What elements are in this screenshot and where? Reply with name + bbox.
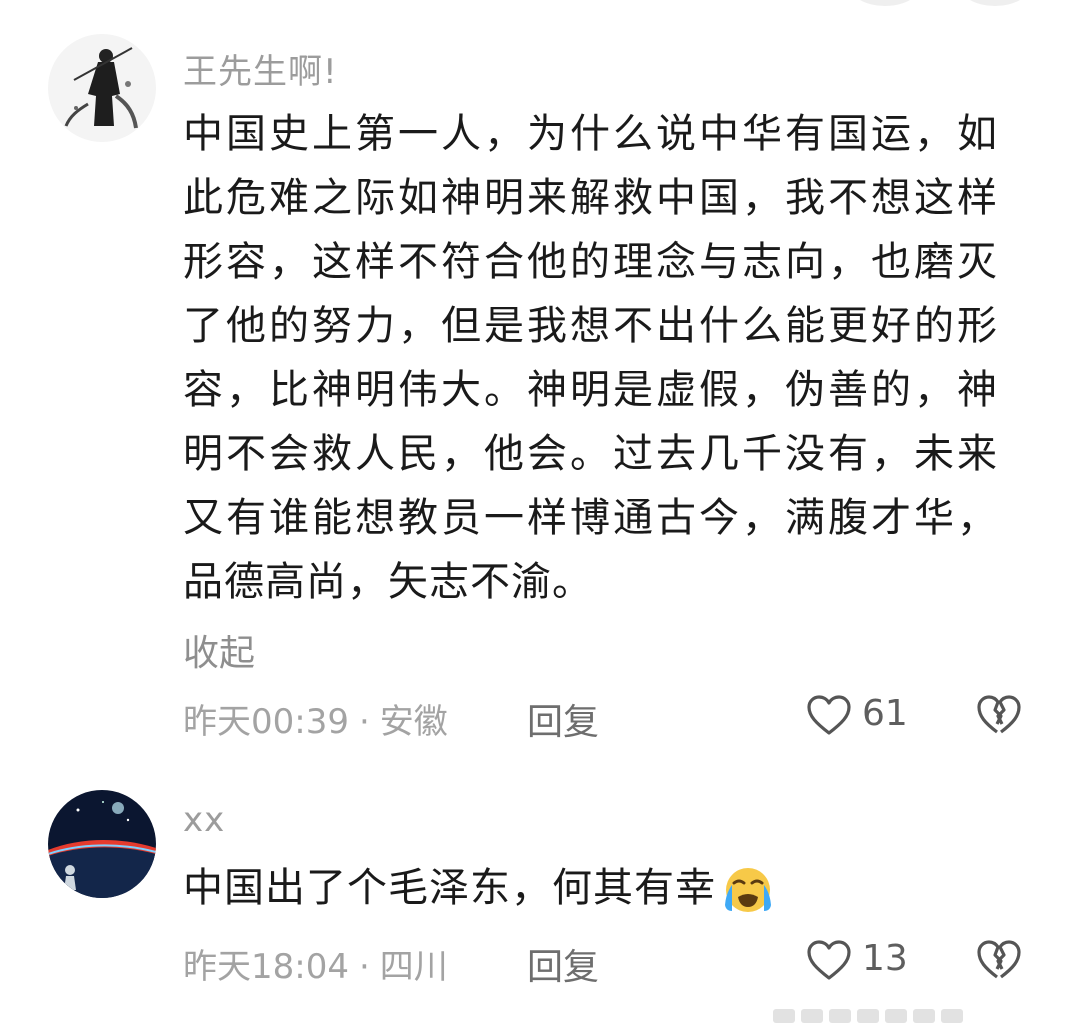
- username[interactable]: 王先生啊!: [183, 44, 338, 93]
- comment-text-content: 中国出了个毛泽东，何其有幸: [183, 865, 716, 911]
- like-count: 61: [862, 693, 908, 734]
- username[interactable]: xx: [183, 800, 225, 840]
- meta-separator: ·: [358, 947, 370, 987]
- top-decoration: [850, 0, 920, 6]
- loudly-crying-face-icon: [725, 868, 771, 912]
- reply-button[interactable]: 回复: [527, 938, 599, 990]
- top-decoration: [960, 0, 1030, 6]
- meta-separator: ·: [358, 702, 370, 742]
- reply-button[interactable]: 回复: [527, 693, 599, 745]
- watermark-logo: [773, 1009, 963, 1023]
- avatar[interactable]: [48, 790, 156, 898]
- comment-text: 中国史上第一人，为什么说中华有国运，如此危难之际如神明来解救中国，我不想这样形容…: [183, 111, 998, 605]
- comment-time: 昨天00:39: [183, 702, 349, 742]
- comment-meta: 昨天00:39 · 安徽: [183, 694, 448, 743]
- comment-text: 中国出了个毛泽东，何其有幸: [183, 856, 998, 920]
- comment-time: 昨天18:04: [183, 947, 349, 987]
- heart-outline-icon[interactable]: [806, 939, 852, 981]
- like-count: 13: [862, 938, 908, 979]
- collapse-button[interactable]: 收起: [183, 624, 255, 676]
- broken-heart-icon[interactable]: [976, 694, 1022, 736]
- broken-heart-icon[interactable]: [976, 939, 1022, 981]
- comment-meta: 昨天18:04 · 四川: [183, 939, 448, 988]
- comment-location: 安徽: [379, 702, 448, 742]
- avatar[interactable]: [48, 34, 156, 142]
- heart-outline-icon[interactable]: [806, 694, 852, 736]
- comment-location: 四川: [379, 947, 448, 987]
